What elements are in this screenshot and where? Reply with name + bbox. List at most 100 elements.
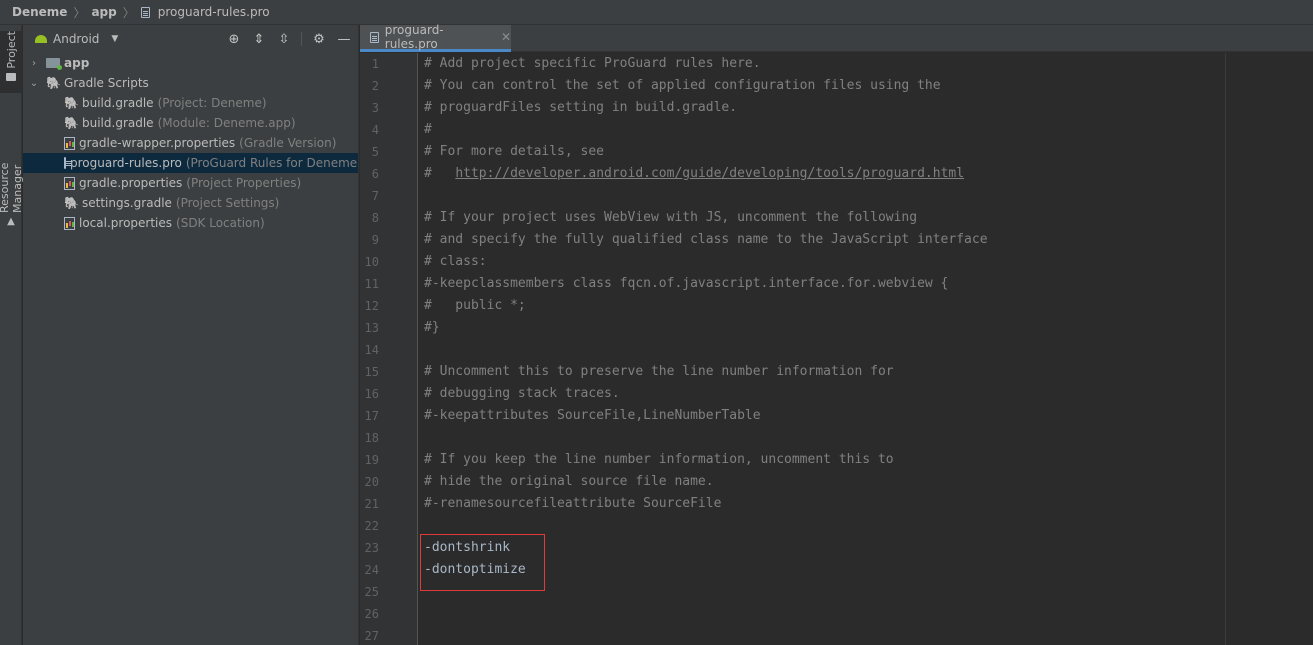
code-line: # Add project specific ProGuard rules he…: [424, 53, 1224, 75]
code-line: #}: [424, 317, 1224, 339]
code-text: # and specify the fully qualified class …: [424, 232, 988, 247]
gradle-icon: 🐘: [64, 96, 79, 110]
code-text: #-keepclassmembers class fqcn.of.javascr…: [424, 276, 949, 291]
code-line: #-renamesourcefileattribute SourceFile: [424, 493, 1224, 515]
file-icon: [140, 6, 150, 18]
chevron-down-icon[interactable]: ⌄: [28, 78, 40, 89]
line-number: 27: [364, 629, 379, 643]
locate-icon[interactable]: ⊕: [226, 31, 242, 47]
breadcrumb-module[interactable]: app: [91, 5, 116, 19]
line-number: 15: [364, 365, 379, 379]
tree-item[interactable]: 🐘 build.gradle (Module: Deneme.app): [23, 113, 358, 133]
folder-icon: [46, 58, 62, 70]
breadcrumb: Deneme 〉 app 〉 proguard-rules.pro: [0, 0, 1313, 25]
tree-item-name: app: [64, 56, 90, 70]
code-text: #-keepattributes SourceFile,LineNumberTa…: [424, 408, 761, 423]
project-tree: › app ⌄ 🐘 Gradle Scripts 🐘 build.gradle (Projec…: [23, 53, 358, 233]
project-tool-tab[interactable]: Project: [0, 31, 22, 93]
line-number: 4: [371, 123, 379, 137]
tree-item-name: build.gradle: [82, 96, 154, 110]
line-number: 1: [371, 57, 379, 71]
close-icon[interactable]: ✕: [501, 30, 511, 44]
tree-item[interactable]: 🐘 build.gradle (Project: Deneme): [23, 93, 358, 113]
expand-all-icon[interactable]: ⇕: [251, 31, 267, 47]
android-icon: [35, 35, 47, 43]
tree-item[interactable]: gradle.properties (Project Properties): [23, 173, 358, 193]
tree-item-hint: (Project Settings): [175, 196, 280, 210]
code-text: # hide the original source file name.: [424, 474, 714, 489]
code-line: # You can control the set of applied con…: [424, 75, 1224, 97]
line-number: 18: [364, 431, 379, 445]
line-number: 24: [364, 563, 379, 577]
tree-item[interactable]: gradle-wrapper.properties (Gradle Version…: [23, 133, 358, 153]
tree-item-name: build.gradle: [82, 116, 154, 130]
tree-item[interactable]: › app: [23, 53, 358, 73]
tree-item-name: local.properties: [79, 216, 173, 230]
code-text: # class:: [424, 254, 487, 269]
resources-icon: ▲: [7, 216, 15, 227]
toolbar-divider: [301, 32, 302, 46]
line-number: 23: [364, 541, 379, 555]
code-text: # debugging stack traces.: [424, 386, 620, 401]
line-number: 20: [364, 475, 379, 489]
tree-item[interactable]: local.properties (SDK Location): [23, 213, 358, 233]
tool-window-strip: Project Resource Manager ▲: [0, 25, 24, 645]
tree-item-name: proguard-rules.pro: [70, 156, 182, 170]
breadcrumb-project[interactable]: Deneme: [12, 5, 67, 19]
breadcrumb-separator: 〉: [73, 5, 86, 20]
code-line: # If your project uses WebView with JS, …: [424, 207, 1224, 229]
line-number: 16: [364, 387, 379, 401]
code-text: # If you keep the line number informatio…: [424, 452, 894, 467]
chevron-down-icon[interactable]: ▼: [111, 34, 118, 44]
code-text: # Uncomment this to preserve the line nu…: [424, 364, 894, 379]
code-text: #-renamesourcefileattribute SourceFile: [424, 496, 722, 511]
code-line: # and specify the fully qualified class …: [424, 229, 1224, 251]
resource-manager-tab[interactable]: Resource Manager ▲: [0, 111, 24, 227]
gear-icon[interactable]: ⚙: [311, 31, 327, 47]
code-text: # proguardFiles setting in build.gradle.: [424, 100, 738, 115]
line-number: 13: [364, 321, 379, 335]
tree-item[interactable]: proguard-rules.pro (ProGuard Rules for De…: [23, 153, 358, 173]
tree-item[interactable]: 🐘 settings.gradle (Project Settings): [23, 193, 358, 213]
minimize-icon[interactable]: —: [336, 31, 352, 47]
code-line: # If you keep the line number informatio…: [424, 449, 1224, 471]
gradle-icon: 🐘: [46, 76, 61, 90]
line-number: 14: [364, 343, 379, 357]
tree-item-hint: (Project Properties): [186, 176, 302, 190]
code-text: # For more details, see: [424, 144, 605, 159]
tree-item-hint: (Module: Deneme.app): [157, 116, 296, 130]
line-number: 19: [364, 453, 379, 467]
line-number: 10: [364, 255, 379, 269]
code-text: #}: [424, 320, 440, 335]
editor-tab-proguard[interactable]: proguard-rules.pro ✕: [360, 23, 511, 52]
editor-tabs: proguard-rules.pro ✕: [360, 23, 1313, 52]
project-panel-header: Android ▼ ⊕ ⇕ ⇳ ⚙ —: [23, 25, 358, 53]
breadcrumb-file[interactable]: proguard-rules.pro: [158, 5, 270, 19]
collapse-all-icon[interactable]: ⇳: [276, 31, 292, 47]
line-number: 2: [371, 79, 379, 93]
project-panel: Android ▼ ⊕ ⇕ ⇳ ⚙ — › app ⌄ 🐘 Gradle Scripts…: [23, 25, 359, 645]
line-number: 26: [364, 607, 379, 621]
code-text: #: [424, 166, 456, 181]
chevron-right-icon[interactable]: ›: [28, 58, 40, 69]
tree-item-hint: (ProGuard Rules for Deneme.app): [185, 156, 358, 170]
line-number: 17: [364, 409, 379, 423]
folder-icon: [6, 72, 16, 81]
properties-icon: [64, 136, 75, 150]
editor: proguard-rules.pro ✕ 1 2 3 4 5 6 7 8 9 10 11 12 13 14…: [360, 23, 1313, 645]
code-link[interactable]: http://developer.android.com/guide/devel…: [455, 166, 964, 181]
tree-item-hint: (SDK Location): [176, 216, 265, 230]
code-line: # Uncomment this to preserve the line nu…: [424, 361, 1224, 383]
tree-item[interactable]: ⌄ 🐘 Gradle Scripts: [23, 73, 358, 93]
code-line: # http://developer.android.com/guide/dev…: [424, 163, 1224, 185]
line-number: 3: [371, 101, 379, 115]
document-icon: [64, 157, 72, 169]
code-line: #: [424, 119, 1224, 141]
project-view-selector[interactable]: Android: [53, 32, 99, 46]
line-number: 6: [371, 167, 379, 181]
code-line: #-keepattributes SourceFile,LineNumberTa…: [424, 405, 1224, 427]
